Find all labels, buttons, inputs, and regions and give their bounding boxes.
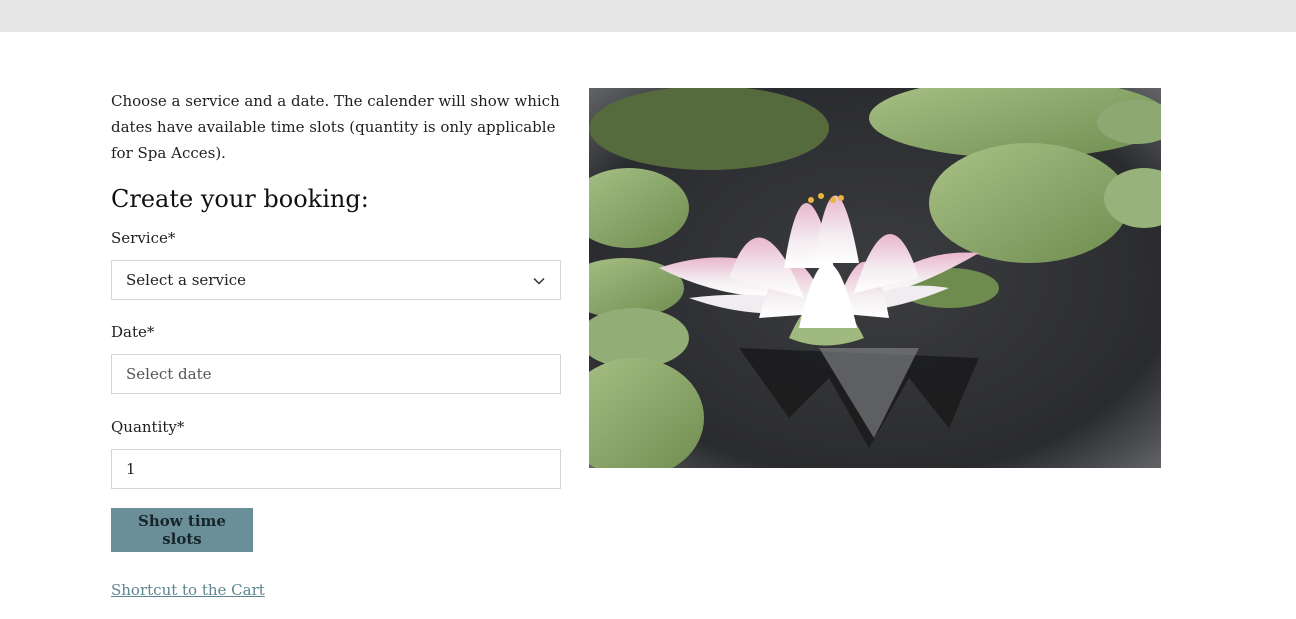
intro-text: Choose a service and a date. The calende…	[111, 92, 560, 162]
quantity-input-value: 1	[126, 460, 136, 478]
date-input-placeholder: Select date	[126, 365, 212, 383]
service-select[interactable]: Select a service	[111, 260, 561, 300]
quantity-input[interactable]: 1	[111, 449, 561, 489]
show-time-slots-button[interactable]: Show time slots	[111, 508, 253, 552]
quantity-label: Quantity*	[111, 418, 185, 436]
top-bar	[0, 0, 1296, 32]
cart-shortcut-link[interactable]: Shortcut to the Cart	[111, 580, 265, 600]
water-lily-photo	[589, 88, 1161, 468]
chevron-down-icon	[533, 277, 545, 285]
date-input[interactable]: Select date	[111, 354, 561, 394]
booking-heading: Create your booking:	[111, 185, 369, 213]
date-label: Date*	[111, 323, 155, 341]
service-select-value: Select a service	[126, 271, 247, 289]
service-label: Service*	[111, 229, 176, 247]
